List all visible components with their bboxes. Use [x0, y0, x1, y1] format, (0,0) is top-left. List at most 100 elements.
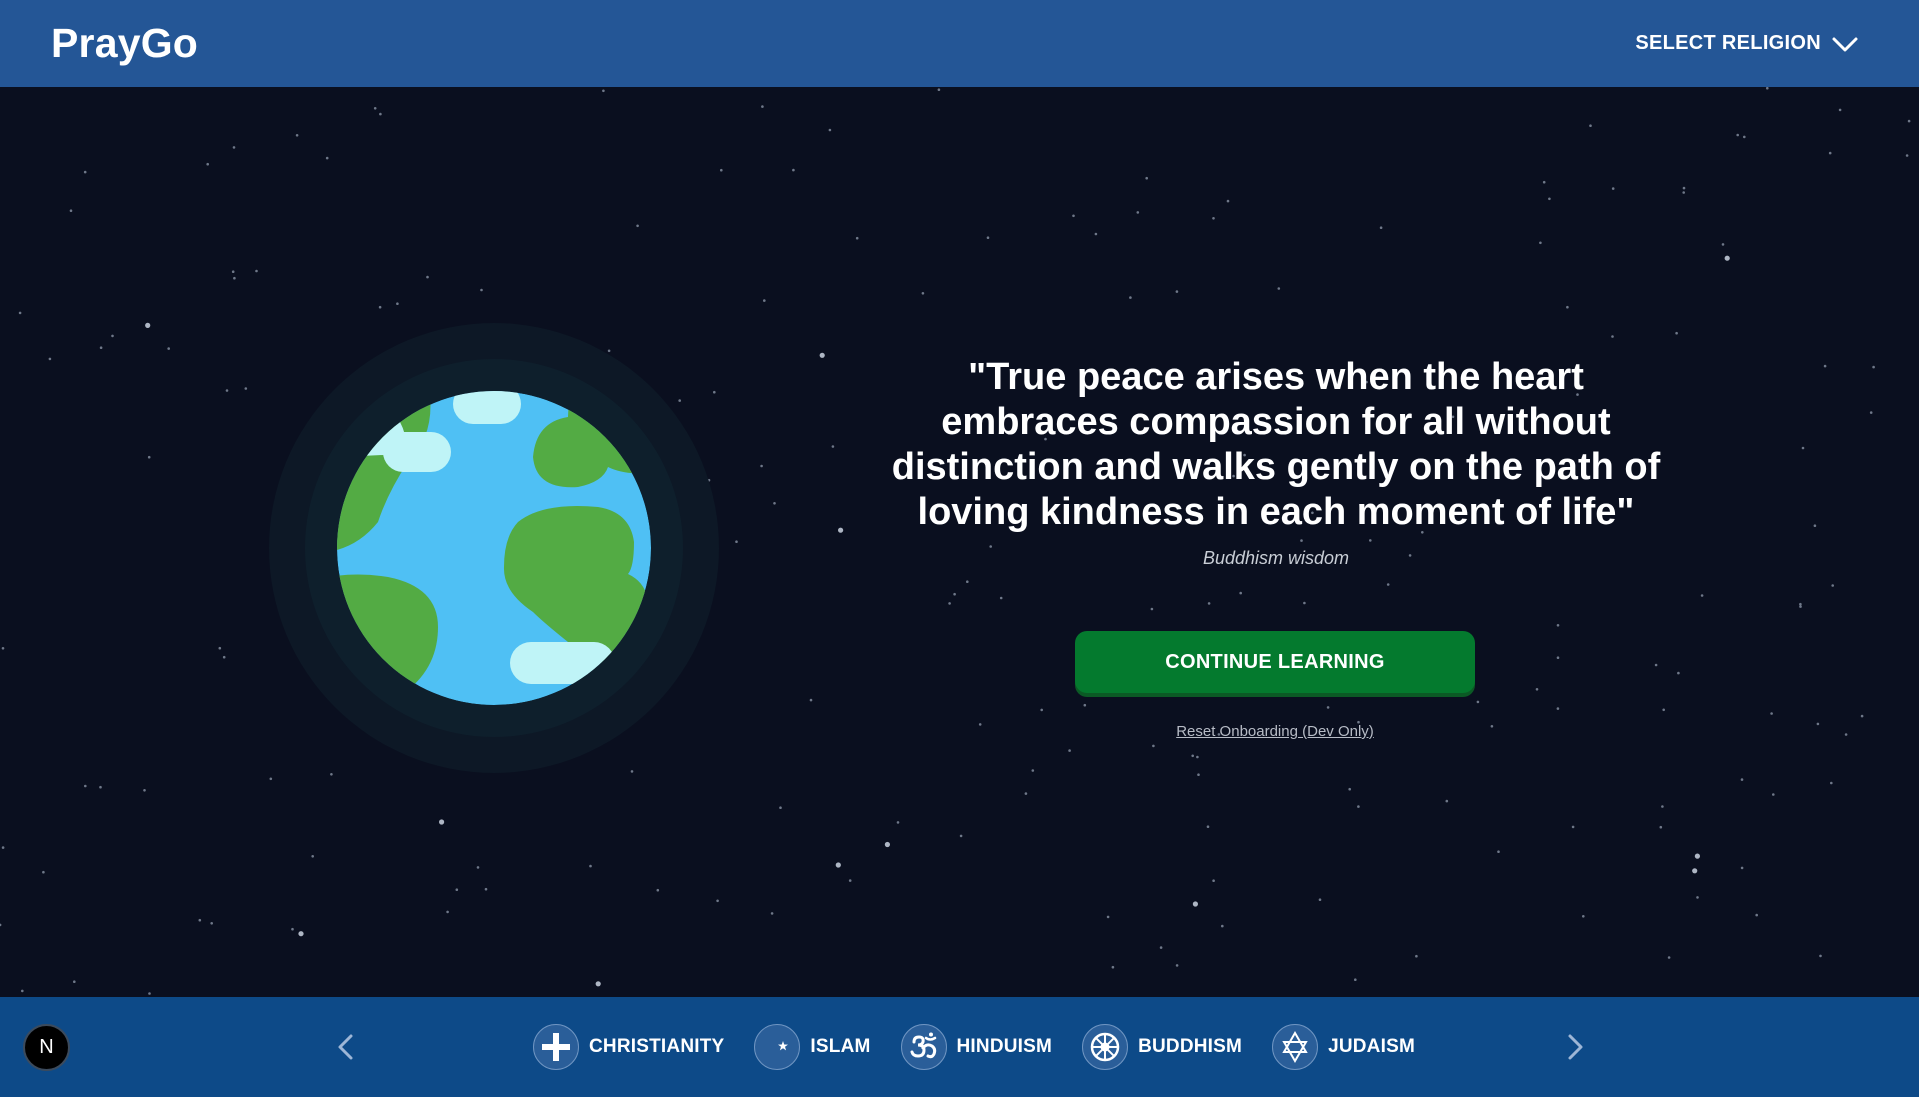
chevron-left-icon[interactable]: [332, 1031, 360, 1063]
star: [1667, 956, 1671, 959]
star: [656, 888, 660, 892]
tab-hinduism[interactable]: HINDUISM: [900, 1024, 1053, 1070]
star: [636, 224, 639, 228]
select-religion-dropdown[interactable]: SELECT RELIGION: [1635, 32, 1859, 55]
select-religion-label: SELECT RELIGION: [1635, 32, 1821, 54]
star: [835, 862, 841, 868]
star: [1415, 954, 1418, 958]
star: [1869, 411, 1873, 414]
star: [1721, 243, 1725, 246]
hero-section: "True peace arises when the heart embrac…: [0, 87, 1919, 997]
crescent-star-icon: [754, 1024, 801, 1070]
star: [1589, 124, 1592, 127]
reset-onboarding-link[interactable]: Reset Onboarding (Dev Only): [1075, 723, 1475, 740]
star: [809, 698, 813, 702]
star: [1838, 108, 1842, 112]
star: [143, 789, 146, 792]
star: [99, 346, 103, 350]
star: [84, 784, 87, 788]
star: [763, 299, 766, 302]
star: [831, 445, 835, 448]
star: [1239, 591, 1242, 595]
star: [396, 302, 399, 305]
star: [884, 841, 891, 848]
star: [1212, 879, 1215, 882]
star: [1206, 825, 1210, 828]
star: [1318, 898, 1322, 901]
star: [1212, 217, 1215, 220]
star: [1542, 180, 1546, 184]
star: [1675, 331, 1678, 335]
star: [735, 540, 738, 543]
star: [1379, 226, 1383, 229]
star: [1159, 946, 1163, 949]
star: [1659, 825, 1663, 829]
star: [1661, 805, 1664, 808]
star: [1566, 305, 1569, 309]
star: [1303, 601, 1306, 605]
star: [73, 980, 76, 983]
star: [1490, 725, 1494, 728]
star: [298, 931, 304, 937]
tab-buddhism[interactable]: BUDDHISM: [1082, 1024, 1242, 1070]
star: [1326, 706, 1330, 709]
tab-label: ISLAM: [810, 1036, 871, 1057]
star: [1145, 176, 1148, 180]
tab-christianity[interactable]: CHRISTIANITY: [533, 1024, 724, 1070]
star: [1445, 799, 1449, 803]
tab-label: JUDAISM: [1328, 1036, 1415, 1057]
star: [325, 156, 329, 160]
star: [1816, 722, 1820, 726]
star: [1197, 773, 1200, 776]
star: [921, 292, 925, 295]
religion-bar: N CHRISTIANITY ISLAM HINDUISM BUDDHISM J…: [0, 997, 1919, 1097]
star: [1743, 135, 1746, 139]
star: [210, 922, 213, 925]
star: [953, 592, 956, 596]
app-logo[interactable]: PrayGo: [51, 20, 198, 67]
chevron-right-icon[interactable]: [1561, 1031, 1589, 1063]
star: [1772, 793, 1775, 796]
star: [1024, 792, 1028, 795]
star: [476, 866, 480, 869]
star: [1611, 187, 1615, 190]
star: [426, 275, 429, 279]
star: [1907, 119, 1911, 123]
star: [1828, 151, 1832, 155]
star: [167, 347, 170, 350]
star: [18, 311, 22, 315]
star: [1497, 850, 1500, 853]
tab-judaism[interactable]: JUDAISM: [1272, 1024, 1415, 1070]
continue-learning-button[interactable]: CONTINUE LEARNING: [1075, 631, 1475, 693]
star: [439, 819, 445, 825]
star: [1830, 781, 1833, 785]
star: [1129, 296, 1132, 299]
star: [1799, 605, 1802, 608]
star: [1682, 186, 1686, 190]
star: [1662, 708, 1665, 712]
star: [373, 107, 377, 110]
dev-tools-badge[interactable]: N: [23, 1024, 70, 1071]
star: [1654, 663, 1658, 667]
religion-tabs: CHRISTIANITY ISLAM HINDUISM BUDDHISM JUD…: [533, 1022, 1415, 1072]
star: [1535, 688, 1539, 691]
star: [1539, 241, 1542, 245]
star: [760, 464, 763, 468]
star: [21, 989, 24, 993]
om-icon: [900, 1024, 947, 1070]
star: [244, 387, 248, 390]
star: [1823, 364, 1827, 368]
star: [1872, 365, 1875, 369]
star: [716, 899, 719, 903]
star: [948, 602, 951, 605]
star: [1196, 755, 1199, 759]
star: [1068, 749, 1071, 752]
star: [269, 777, 273, 781]
star: [255, 269, 258, 273]
globe-illustration: [269, 323, 719, 773]
star: [42, 870, 45, 874]
tab-islam[interactable]: ISLAM: [754, 1024, 870, 1070]
star: [1740, 866, 1744, 870]
star: [198, 918, 202, 922]
star: [480, 288, 483, 292]
